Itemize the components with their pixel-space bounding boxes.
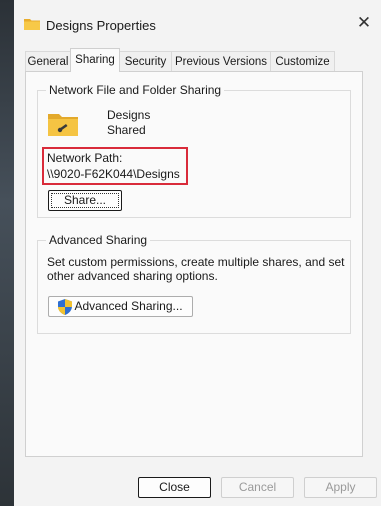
advanced-sharing-button-label: Advanced Sharing... [74,299,183,313]
shared-folder-icon [48,114,78,136]
advanced-sharing-description: Set custom permissions, create multiple … [47,255,345,283]
shared-status: Shared [107,123,146,137]
tab-security[interactable]: Security [119,51,172,71]
cancel-button[interactable]: Cancel [221,477,294,498]
focus-rectangle [51,193,119,208]
network-path-value: \\9020-F62K044\Designs [47,167,180,181]
properties-window: Designs Properties ✕ General Sharing Sec… [14,0,381,506]
tab-previous-versions[interactable]: Previous Versions [171,51,271,71]
uac-shield-icon [58,298,73,315]
close-button[interactable]: Close [138,477,211,498]
sharing-panel: Network File and Folder Sharing Designs … [25,71,363,457]
dialog-footer: Close Cancel Apply [14,460,381,506]
window-title: Designs Properties [46,18,156,33]
advanced-sharing-title: Advanced Sharing [46,233,151,247]
network-sharing-title: Network File and Folder Sharing [46,83,225,97]
tab-general[interactable]: General [25,51,71,71]
tab-strip: General Sharing Security Previous Versio… [25,48,365,72]
folder-icon [24,19,40,30]
apply-button-label: Apply [325,480,356,494]
desktop-background [0,0,14,506]
share-button[interactable]: Share... [48,190,122,211]
advanced-sharing-button[interactable]: Advanced Sharing... [48,296,193,317]
close-icon[interactable]: ✕ [347,6,381,40]
title-bar: Designs Properties ✕ [14,0,381,46]
shared-folder-name: Designs [107,108,151,122]
tab-sharing[interactable]: Sharing [70,48,120,72]
apply-button[interactable]: Apply [304,477,377,498]
network-path-label: Network Path: [47,151,123,165]
cancel-button-label: Cancel [238,480,277,494]
tab-customize[interactable]: Customize [270,51,335,71]
close-button-label: Close [159,480,190,494]
